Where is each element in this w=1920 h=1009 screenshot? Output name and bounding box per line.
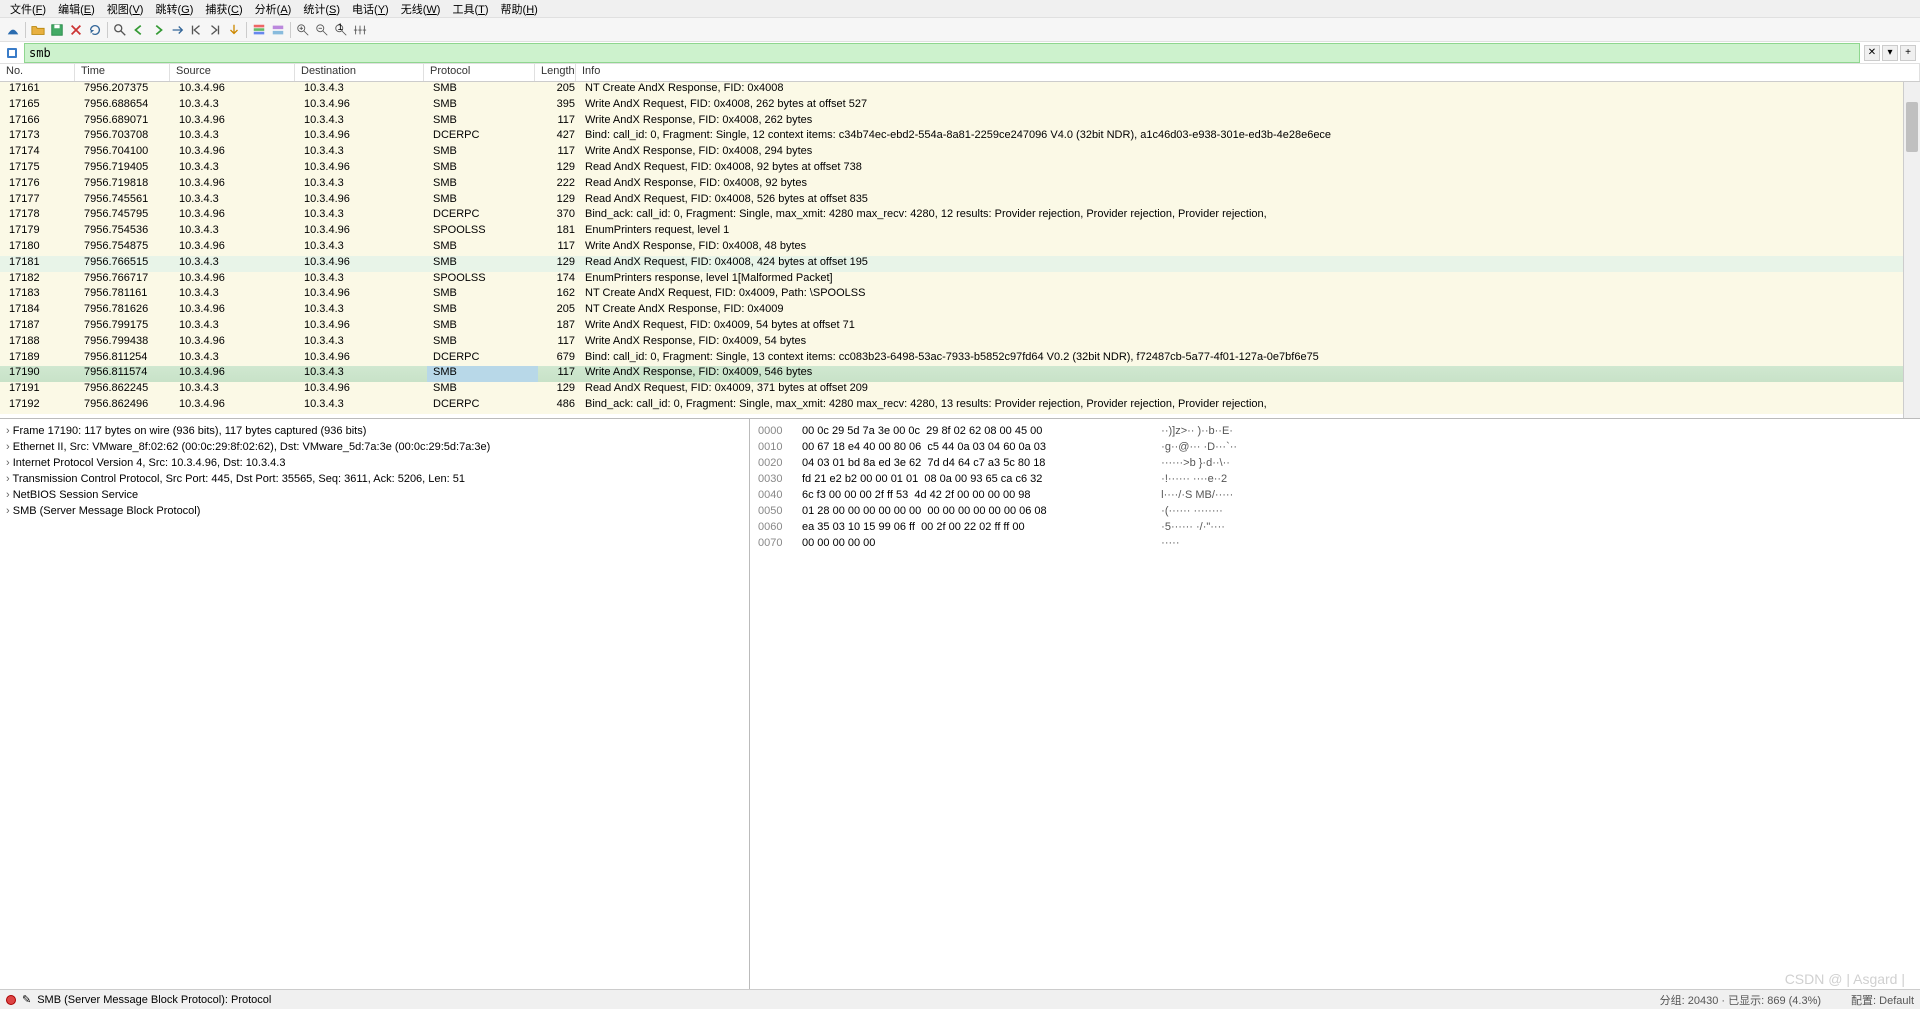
packet-row[interactable]: 171847956.78162610.3.4.9610.3.4.3SMB205N… bbox=[0, 303, 1920, 319]
col-source-header[interactable]: Source bbox=[170, 64, 295, 81]
toolbar: 1 bbox=[0, 18, 1920, 42]
menu-item[interactable]: 帮助(H) bbox=[495, 0, 544, 19]
folder-open-icon[interactable] bbox=[29, 21, 47, 39]
edit-icon[interactable]: ✎ bbox=[22, 993, 31, 1006]
packet-row[interactable]: 171757956.71940510.3.4.310.3.4.96SMB129R… bbox=[0, 161, 1920, 177]
col-time-header[interactable]: Time bbox=[75, 64, 170, 81]
packet-row[interactable]: 171897956.81125410.3.4.310.3.4.96DCERPC6… bbox=[0, 351, 1920, 367]
colorize-icon[interactable] bbox=[250, 21, 268, 39]
packet-list-header: No. Time Source Destination Protocol Len… bbox=[0, 64, 1920, 82]
zoom-out-icon[interactable] bbox=[313, 21, 331, 39]
status-packets-text: 分组: 20430 · 已显示: 869 (4.3%) bbox=[1660, 992, 1821, 1008]
packet-row[interactable]: 171837956.78116110.3.4.310.3.4.96SMB162N… bbox=[0, 287, 1920, 303]
detail-tree-item[interactable]: NetBIOS Session Service bbox=[6, 487, 743, 503]
detail-tree-item[interactable]: Internet Protocol Version 4, Src: 10.3.4… bbox=[6, 455, 743, 471]
jump-icon[interactable] bbox=[168, 21, 186, 39]
go-back-icon[interactable] bbox=[130, 21, 148, 39]
resize-cols-icon[interactable] bbox=[351, 21, 369, 39]
packet-row[interactable]: 171787956.74579510.3.4.9610.3.4.3DCERPC3… bbox=[0, 208, 1920, 224]
packet-row[interactable]: 171737956.70370810.3.4.310.3.4.96DCERPC4… bbox=[0, 129, 1920, 145]
hex-row[interactable]: 000000 0c 29 5d 7a 3e 00 0c 29 8f 02 62 … bbox=[758, 423, 1912, 439]
menu-item[interactable]: 编辑(E) bbox=[52, 0, 101, 19]
go-last-icon[interactable] bbox=[206, 21, 224, 39]
detail-tree-item[interactable]: Ethernet II, Src: VMware_8f:02:62 (00:0c… bbox=[6, 439, 743, 455]
close-icon[interactable] bbox=[67, 21, 85, 39]
hex-row[interactable]: 007000 00 00 00 00 ····· bbox=[758, 535, 1912, 551]
packet-row[interactable]: 171917956.86224510.3.4.310.3.4.96SMB129R… bbox=[0, 382, 1920, 398]
packet-row[interactable]: 171927956.86249610.3.4.9610.3.4.3DCERPC4… bbox=[0, 398, 1920, 414]
hex-row[interactable]: 001000 67 18 e4 40 00 80 06 c5 44 0a 03 … bbox=[758, 439, 1912, 455]
filter-clear-icon[interactable]: ✕ bbox=[1864, 45, 1880, 61]
menu-item[interactable]: 无线(W) bbox=[395, 0, 447, 19]
menu-item[interactable]: 电话(Y) bbox=[346, 0, 395, 19]
col-destination-header[interactable]: Destination bbox=[295, 64, 424, 81]
packet-row[interactable]: 171827956.76671710.3.4.9610.3.4.3SPOOLSS… bbox=[0, 272, 1920, 288]
status-bar: ✎ SMB (Server Message Block Protocol): P… bbox=[0, 989, 1920, 1009]
menu-item[interactable]: 跳转(G) bbox=[149, 0, 199, 19]
packet-row[interactable]: 171807956.75487510.3.4.9610.3.4.3SMB117W… bbox=[0, 240, 1920, 256]
filter-plus-button[interactable]: + bbox=[1900, 45, 1916, 61]
col-no-header[interactable]: No. bbox=[0, 64, 75, 81]
menu-item[interactable]: 文件(F) bbox=[4, 0, 52, 19]
packet-row[interactable]: 171617956.20737510.3.4.9610.3.4.3SMB205N… bbox=[0, 82, 1920, 98]
status-profile-text: 配置: Default bbox=[1851, 992, 1914, 1008]
go-forward-icon[interactable] bbox=[149, 21, 167, 39]
status-left-text: SMB (Server Message Block Protocol): Pro… bbox=[37, 994, 271, 1006]
colorize2-icon[interactable] bbox=[269, 21, 287, 39]
zoom-in-icon[interactable] bbox=[294, 21, 312, 39]
hex-row[interactable]: 005001 28 00 00 00 00 00 00 00 00 00 00 … bbox=[758, 503, 1912, 519]
packet-row[interactable]: 171797956.75453610.3.4.310.3.4.96SPOOLSS… bbox=[0, 224, 1920, 240]
menu-item[interactable]: 工具(T) bbox=[446, 0, 494, 19]
zoom-reset-icon[interactable]: 1 bbox=[332, 21, 350, 39]
packet-row[interactable]: 171657956.68865410.3.4.310.3.4.96SMB395W… bbox=[0, 98, 1920, 114]
bookmark-filter-icon[interactable] bbox=[4, 45, 20, 61]
packet-row[interactable]: 171747956.70410010.3.4.9610.3.4.3SMB117W… bbox=[0, 145, 1920, 161]
packet-list-pane: No. Time Source Destination Protocol Len… bbox=[0, 64, 1920, 989]
packet-bytes-pane[interactable]: 000000 0c 29 5d 7a 3e 00 0c 29 8f 02 62 … bbox=[750, 419, 1920, 989]
detail-tree-item[interactable]: Frame 17190: 117 bytes on wire (936 bits… bbox=[6, 423, 743, 439]
hex-row[interactable]: 00406c f3 00 00 00 2f ff 53 4d 42 2f 00 … bbox=[758, 487, 1912, 503]
svg-text:1: 1 bbox=[338, 23, 343, 33]
autoscroll-icon[interactable] bbox=[225, 21, 243, 39]
save-icon[interactable] bbox=[48, 21, 66, 39]
go-first-icon[interactable] bbox=[187, 21, 205, 39]
expert-info-icon[interactable] bbox=[6, 995, 16, 1005]
packet-row[interactable]: 171667956.68907110.3.4.9610.3.4.3SMB117W… bbox=[0, 114, 1920, 130]
menu-item[interactable]: 分析(A) bbox=[249, 0, 298, 19]
hex-row[interactable]: 002004 03 01 bd 8a ed 3e 62 7d d4 64 c7 … bbox=[758, 455, 1912, 471]
packet-row[interactable]: 171817956.76651510.3.4.310.3.4.96SMB129R… bbox=[0, 256, 1920, 272]
packet-row[interactable]: 171887956.79943810.3.4.9610.3.4.3SMB117W… bbox=[0, 335, 1920, 351]
col-length-header[interactable]: Length bbox=[535, 64, 576, 81]
packet-scrollbar[interactable] bbox=[1903, 82, 1920, 418]
menu-item[interactable]: 视图(V) bbox=[101, 0, 150, 19]
detail-tree-item[interactable]: Transmission Control Protocol, Src Port:… bbox=[6, 471, 743, 487]
menu-item[interactable]: 捕获(C) bbox=[199, 0, 248, 19]
hex-row[interactable]: 0060ea 35 03 10 15 99 06 ff 00 2f 00 22 … bbox=[758, 519, 1912, 535]
filter-bar: ✕ ▾ + bbox=[0, 42, 1920, 64]
reload-icon[interactable] bbox=[86, 21, 104, 39]
packet-list[interactable]: 171617956.20737510.3.4.9610.3.4.3SMB205N… bbox=[0, 82, 1920, 418]
packet-row[interactable]: 171767956.71981810.3.4.9610.3.4.3SMB222R… bbox=[0, 177, 1920, 193]
packet-row[interactable]: 171777956.74556110.3.4.310.3.4.96SMB129R… bbox=[0, 193, 1920, 209]
hex-row[interactable]: 0030fd 21 e2 b2 00 00 01 01 08 0a 00 93 … bbox=[758, 471, 1912, 487]
menubar: 文件(F)编辑(E)视图(V)跳转(G)捕获(C)分析(A)统计(S)电话(Y)… bbox=[0, 0, 1920, 18]
filter-apply-icon[interactable]: ▾ bbox=[1882, 45, 1898, 61]
packet-row[interactable]: 171907956.81157410.3.4.9610.3.4.3SMB117W… bbox=[0, 366, 1920, 382]
menu-item[interactable]: 统计(S) bbox=[297, 0, 346, 19]
col-info-header[interactable]: Info bbox=[576, 64, 1920, 81]
packet-row[interactable]: 171877956.79917510.3.4.310.3.4.96SMB187W… bbox=[0, 319, 1920, 335]
detail-tree-item[interactable]: SMB (Server Message Block Protocol) bbox=[6, 503, 743, 519]
shark-fin-icon[interactable] bbox=[4, 21, 22, 39]
find-icon[interactable] bbox=[111, 21, 129, 39]
display-filter-input[interactable] bbox=[24, 43, 1860, 63]
col-protocol-header[interactable]: Protocol bbox=[424, 64, 535, 81]
packet-details-pane[interactable]: Frame 17190: 117 bytes on wire (936 bits… bbox=[0, 419, 750, 989]
